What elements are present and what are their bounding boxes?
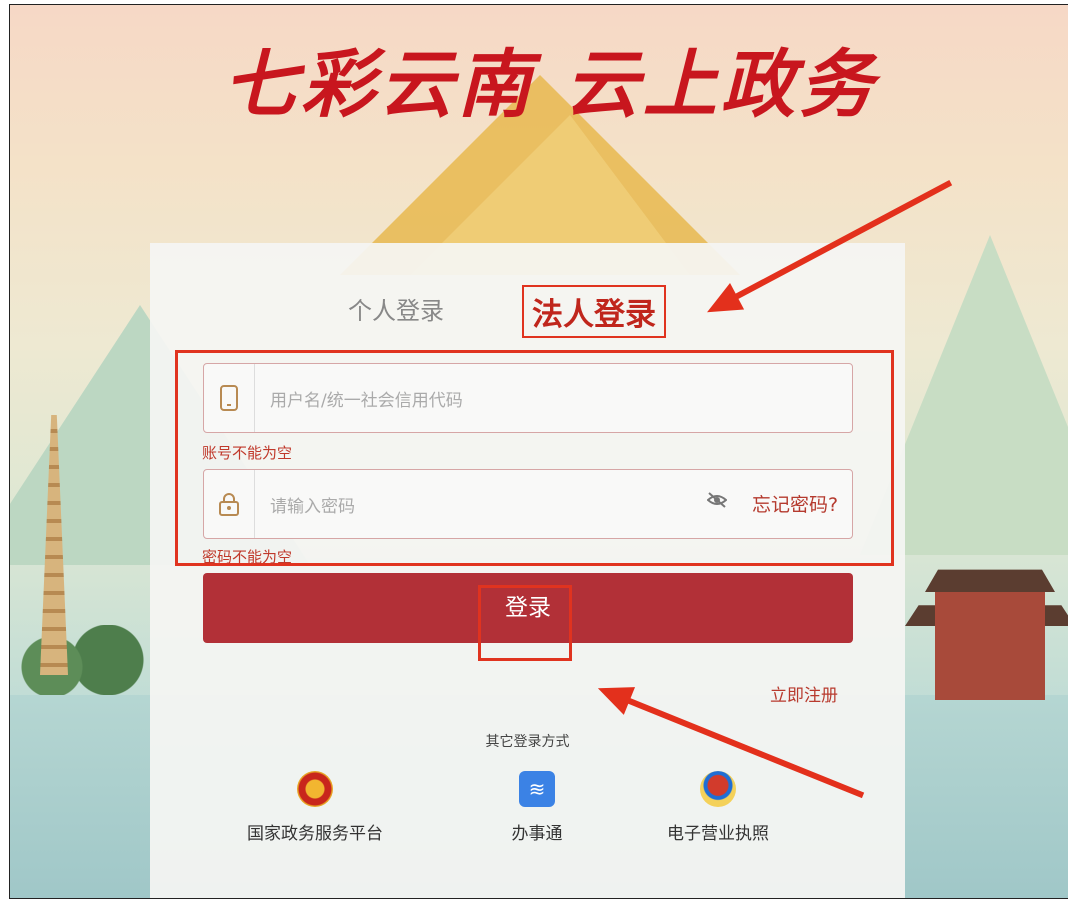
- username-field[interactable]: 用户名/统一社会信用代码: [203, 363, 853, 433]
- option-label: 电子营业执照: [667, 824, 769, 844]
- other-login-label: 其它登录方式: [485, 734, 570, 750]
- login-tabs: 个人登录 法人登录: [150, 285, 905, 372]
- archway-body: [935, 592, 1045, 700]
- option-label: 国家政务服务平台: [247, 824, 383, 844]
- tab-legal-person-login[interactable]: 法人登录: [522, 285, 666, 338]
- option-label: 办事通: [511, 824, 563, 844]
- password-error: 密码不能为空: [202, 548, 293, 566]
- license-emblem-icon: [700, 771, 736, 807]
- password-placeholder: 请输入密码: [270, 497, 355, 517]
- phone-icon: [204, 364, 255, 432]
- register-link[interactable]: 立即注册: [770, 681, 838, 706]
- headline-slogan: 七彩云南 云上政务: [223, 42, 877, 128]
- login-option-national-platform[interactable]: 国家政务服务平台: [230, 771, 400, 844]
- bst-app-icon: ≋: [519, 771, 555, 807]
- forgot-password-link[interactable]: 忘记密码?: [752, 490, 838, 517]
- tab-personal-login[interactable]: 个人登录: [348, 291, 444, 326]
- page: 七彩云南 云上政务 个人登录 法人登录 用户名/统一社会信用代码 账号不能为空 …: [0, 0, 1068, 900]
- password-field[interactable]: 请输入密码 忘记密码?: [203, 469, 853, 539]
- archway-top-roof: [925, 569, 1055, 592]
- eye-off-icon[interactable]: [706, 492, 728, 513]
- annotation-login-highlight: [478, 585, 572, 661]
- login-card: 个人登录 法人登录 用户名/统一社会信用代码 账号不能为空 请输入密码 忘记密码…: [150, 243, 905, 898]
- username-placeholder: 用户名/统一社会信用代码: [270, 391, 463, 411]
- login-page-background: 七彩云南 云上政务 个人登录 法人登录 用户名/统一社会信用代码 账号不能为空 …: [9, 4, 1068, 899]
- trees: [10, 625, 150, 695]
- username-error: 账号不能为空: [202, 444, 293, 462]
- login-option-e-license[interactable]: 电子营业执照: [633, 771, 803, 844]
- lock-icon: [204, 470, 255, 538]
- national-emblem-icon: [297, 771, 333, 807]
- login-option-bst[interactable]: ≋ 办事通: [452, 771, 622, 844]
- archway-illustration: [905, 560, 1068, 700]
